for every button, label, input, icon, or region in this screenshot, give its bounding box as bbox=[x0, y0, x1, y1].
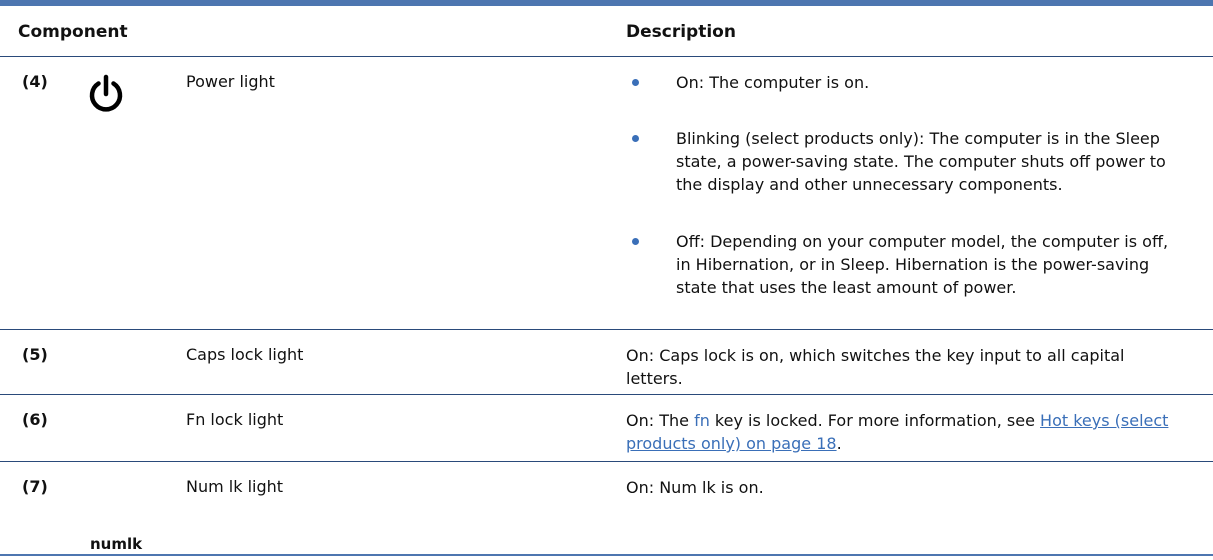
table-header: Component Description bbox=[0, 6, 1213, 56]
row-number: (7) bbox=[22, 477, 48, 496]
header-description: Description bbox=[626, 22, 736, 42]
bullet-dot bbox=[632, 238, 639, 245]
table-row-fn-lock: (6) Fn lock light On: The fn key is lock… bbox=[0, 395, 1213, 461]
component-name: Num lk light bbox=[186, 477, 284, 496]
row-number: (5) bbox=[22, 345, 48, 364]
component-description: On: Num lk is on. bbox=[626, 478, 764, 497]
table-row-caps-lock: (5) Caps lock light On: Caps lock is on,… bbox=[0, 330, 1213, 394]
description-text: key is locked. For more information, see bbox=[709, 411, 1041, 430]
component-name: Power light bbox=[186, 72, 275, 91]
table-row-num-lock: (7) numlk Num lk light On: Num lk is on. bbox=[0, 462, 1213, 554]
header-component: Component bbox=[18, 22, 128, 42]
description-bullet: Blinking (select products only): The com… bbox=[676, 129, 1166, 194]
description-bullet: Off: Depending on your computer model, t… bbox=[676, 232, 1169, 297]
description-bullet: On: The computer is on. bbox=[676, 73, 870, 92]
bullet-dot bbox=[632, 135, 639, 142]
fn-key-label: fn bbox=[694, 411, 710, 430]
component-name: Fn lock light bbox=[186, 410, 284, 429]
table-bottom-rule bbox=[0, 554, 1213, 556]
power-icon bbox=[86, 74, 126, 120]
description-text: On: The bbox=[626, 411, 695, 430]
table-row-power: (4) Power light On: The computer is on. … bbox=[0, 57, 1213, 329]
bullet-dot bbox=[632, 79, 639, 86]
component-description: On: Caps lock is on, which switches the … bbox=[626, 346, 1125, 388]
description-text: . bbox=[836, 434, 842, 453]
component-description: On: The fn key is locked. For more infor… bbox=[626, 409, 1186, 455]
component-name: Caps lock light bbox=[186, 345, 304, 364]
row-number: (6) bbox=[22, 410, 48, 429]
row-number: (4) bbox=[22, 72, 48, 91]
numlk-icon: numlk bbox=[90, 535, 143, 553]
